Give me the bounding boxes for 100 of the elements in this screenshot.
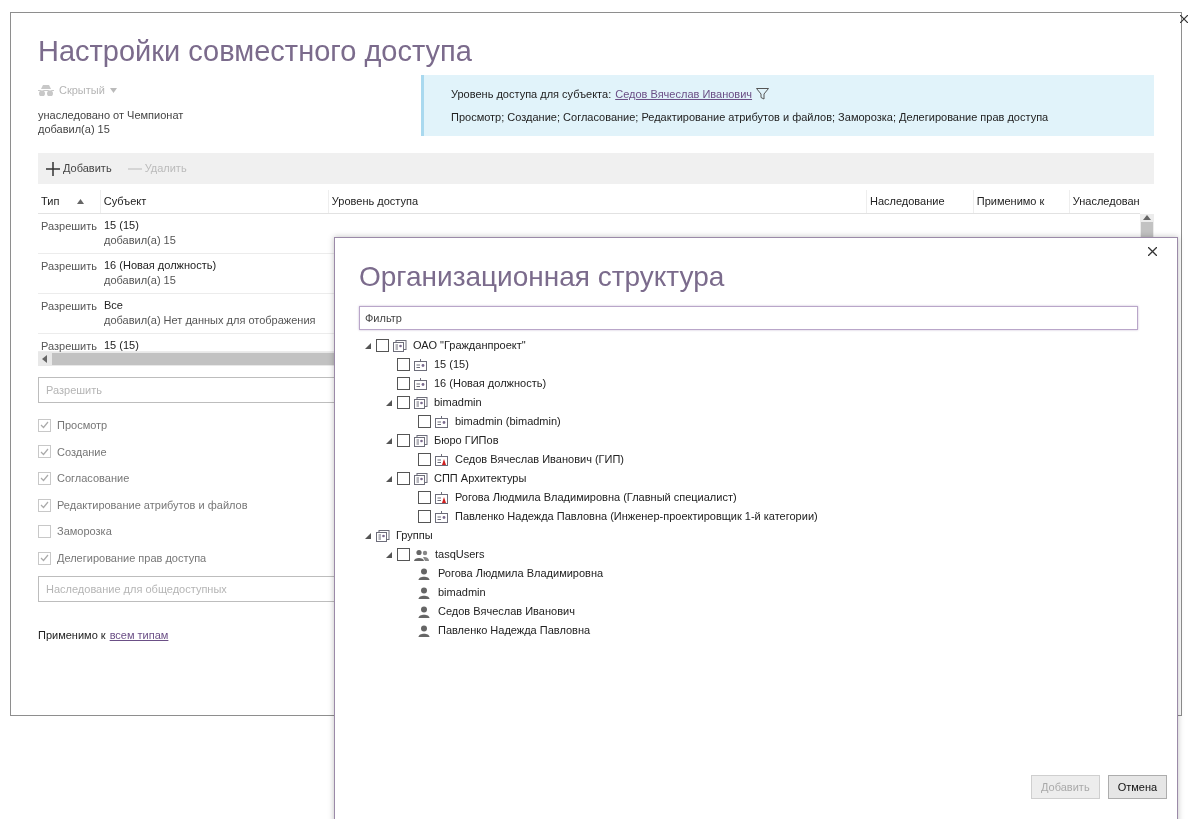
- expanded-icon: [386, 437, 392, 444]
- checkmark-icon: [40, 554, 49, 563]
- checkmark-icon: [40, 421, 49, 430]
- close-icon: [1147, 246, 1157, 256]
- table-cell-text: добавил(а) 15: [104, 233, 177, 248]
- expanded-icon: [386, 551, 392, 558]
- checkbox[interactable]: [397, 377, 410, 390]
- checkbox[interactable]: [397, 434, 410, 447]
- expander[interactable]: [386, 399, 392, 406]
- checkbox[interactable]: [376, 339, 389, 352]
- tree-item[interactable]: ОАО "Гражданпроект": [413, 337, 526, 354]
- tree-item[interactable]: Павленко Надежда Павловна: [438, 622, 591, 639]
- dialog-title: Настройки совместного доступа: [38, 34, 473, 69]
- checkbox[interactable]: [397, 396, 410, 409]
- expander[interactable]: [365, 342, 371, 349]
- table-cell: Разрешить: [41, 340, 97, 352]
- expander[interactable]: [386, 437, 392, 444]
- checkbox-label: Просмотр: [57, 418, 108, 434]
- user-icon: [418, 586, 432, 599]
- expanded-icon: [386, 475, 392, 482]
- id-badge-icon: [435, 453, 449, 466]
- table-cell-text: добавил(а) 15: [104, 273, 177, 288]
- table-cell: Разрешить: [41, 220, 97, 232]
- table-cell-text: 16 (Новая должность): [104, 258, 218, 273]
- tree-item[interactable]: tasqUsers: [435, 546, 485, 563]
- expander[interactable]: [386, 551, 392, 558]
- org-unit-icon: [414, 396, 428, 409]
- column-header[interactable]: Унаследован: [1072, 193, 1140, 210]
- table-cell-text: 15 (15): [104, 338, 140, 353]
- expanded-icon: [386, 399, 392, 406]
- sort-ascending-icon: [77, 199, 85, 204]
- checkbox[interactable]: [397, 472, 410, 485]
- column-header[interactable]: Уровень доступа: [331, 193, 418, 210]
- close-icon: [1180, 15, 1188, 23]
- checkmark-icon: [40, 447, 49, 456]
- tree-item[interactable]: СПП Архитектуры: [434, 470, 527, 487]
- tree-item[interactable]: Седов Вячеслав Иванович: [438, 603, 575, 620]
- close-button[interactable]: [1145, 244, 1159, 258]
- tree-item[interactable]: Рогова Людмила Владимировна (Главный специалист): [455, 489, 737, 506]
- checkbox-label: Редактирование атрибутов и файлов: [57, 497, 248, 513]
- checkbox-label: Делегирование прав доступа: [57, 551, 207, 566]
- permissions-text: Просмотр; Создание; Согласование; Редактирование атрибутов и файлов; Заморозка; Делегирование прав доступа: [451, 110, 1050, 125]
- checkbox-label: Заморозка: [57, 524, 112, 540]
- column-header[interactable]: Субъект: [103, 193, 147, 210]
- tree-item[interactable]: Рогова Людмила Владимировна: [438, 565, 604, 582]
- scroll-left-icon: [41, 355, 49, 363]
- users-icon: [414, 548, 429, 561]
- checkmark-icon: [40, 474, 49, 483]
- id-badge-icon: [435, 510, 449, 523]
- checkbox[interactable]: [397, 548, 410, 561]
- close-button[interactable]: [1178, 12, 1190, 26]
- dialog-title: Организационная структура: [359, 260, 726, 294]
- cancel-button[interactable]: Отмена: [1107, 775, 1168, 799]
- add-button[interactable]: Добавить: [46, 160, 112, 177]
- caret-icon: [109, 87, 117, 93]
- user-icon: [418, 605, 432, 618]
- user-icon: [418, 624, 432, 637]
- expanded-icon: [365, 342, 371, 349]
- id-badge-icon: [414, 358, 428, 371]
- column-header[interactable]: Наследование: [869, 193, 945, 210]
- checkbox[interactable]: [418, 415, 431, 428]
- tree-item[interactable]: bimadmin: [438, 584, 486, 601]
- checkbox-label: Создание: [57, 444, 107, 460]
- tree-item[interactable]: Павленко Надежда Павловна (Инженер-проектировщик 1-й категории): [455, 508, 818, 525]
- tree-item[interactable]: 15 (15): [434, 356, 469, 373]
- checkbox[interactable]: [418, 491, 431, 504]
- inherited-text: унаследовано от Чемпионат: [38, 108, 185, 122]
- filter-field[interactable]: Фильтр: [359, 306, 1138, 330]
- added-by-text: добавил(а) 15: [38, 122, 111, 136]
- checkbox[interactable]: [418, 510, 431, 523]
- org-unit-icon: [414, 434, 428, 447]
- types-link[interactable]: всем типам: [109, 626, 169, 644]
- tree-item[interactable]: Группы: [396, 527, 433, 544]
- expanded-icon: [365, 532, 371, 539]
- applies-to-label: Применимо к: [38, 627, 106, 643]
- table-cell: Разрешить: [41, 260, 97, 272]
- user-icon: [418, 567, 432, 580]
- org-unit-icon: [376, 529, 390, 542]
- expander[interactable]: [365, 532, 371, 539]
- id-badge-icon: [414, 377, 428, 390]
- scroll-up-icon: [1143, 214, 1152, 220]
- column-header[interactable]: Тип: [41, 193, 60, 210]
- tree-item[interactable]: Бюро ГИПов: [434, 432, 499, 449]
- tree-item[interactable]: bimadmin (bimadmin): [455, 413, 561, 430]
- id-badge-icon: [435, 491, 449, 504]
- filter-icon: [756, 87, 770, 100]
- subject-link[interactable]: Седов Вячеслав Иванович: [615, 85, 753, 102]
- table-cell: Разрешить: [41, 300, 97, 312]
- checkbox[interactable]: [418, 453, 431, 466]
- plus-icon: [46, 161, 60, 176]
- id-badge-icon: [435, 415, 449, 428]
- table-cell-text: добавил(а) Нет данных для отображения: [104, 313, 317, 328]
- checkbox[interactable]: [397, 358, 410, 371]
- table-cell-text: 15 (15): [104, 218, 140, 233]
- expander[interactable]: [386, 475, 392, 482]
- checkbox-label: Согласование: [57, 471, 130, 487]
- column-header[interactable]: Применимо к: [976, 193, 1045, 210]
- table-cell-text: Все: [104, 298, 124, 313]
- incognito-icon: [38, 84, 54, 96]
- tree-item[interactable]: Седов Вячеслав Иванович (ГИП): [455, 451, 625, 468]
